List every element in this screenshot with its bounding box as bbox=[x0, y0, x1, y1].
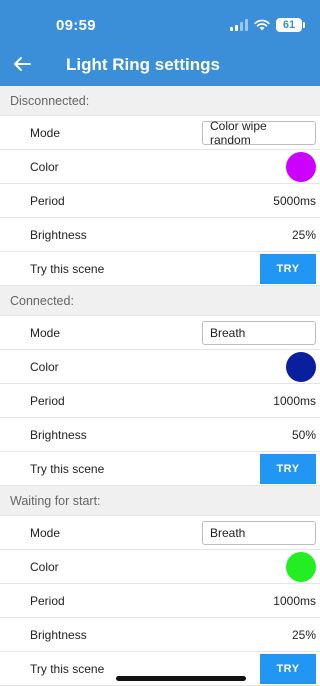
color-label: Color bbox=[30, 159, 59, 174]
section-header-disconnected: Disconnected: bbox=[0, 86, 320, 116]
brightness-value: 25% bbox=[291, 627, 316, 642]
color-row: Color bbox=[0, 150, 320, 184]
home-indicator[interactable] bbox=[116, 676, 246, 681]
period-value: 5000ms bbox=[273, 193, 316, 208]
period-value: 1000ms bbox=[273, 393, 316, 408]
period-label: Period bbox=[30, 393, 65, 408]
color-row: Color bbox=[0, 550, 320, 584]
try-scene-label: Try this scene bbox=[30, 261, 105, 276]
mode-label: Mode bbox=[30, 125, 61, 140]
status-time: 09:59 bbox=[56, 17, 96, 34]
period-label: Period bbox=[30, 593, 65, 608]
brightness-value: 25% bbox=[291, 227, 316, 242]
try-scene-label: Try this scene bbox=[30, 661, 105, 676]
try-button[interactable]: TRY bbox=[260, 453, 316, 484]
color-row: Color bbox=[0, 350, 320, 384]
period-value: 1000ms bbox=[273, 593, 316, 608]
period-label: Period bbox=[30, 193, 65, 208]
mode-select[interactable]: Breath bbox=[202, 520, 316, 545]
mode-select[interactable]: Breath bbox=[202, 320, 316, 345]
mode-row: Mode Color wipe random bbox=[0, 116, 320, 150]
color-label: Color bbox=[30, 559, 59, 574]
brightness-row[interactable]: Brightness 50% bbox=[0, 418, 320, 452]
try-button[interactable]: TRY bbox=[260, 253, 316, 284]
wifi-icon bbox=[254, 19, 270, 31]
brightness-row[interactable]: Brightness 25% bbox=[0, 618, 320, 652]
try-scene-label: Try this scene bbox=[30, 461, 105, 476]
page-title: Light Ring settings bbox=[66, 55, 220, 74]
brightness-label: Brightness bbox=[30, 627, 87, 642]
settings-list: Disconnected: Mode Color wipe random Col… bbox=[0, 86, 320, 686]
color-swatch[interactable] bbox=[286, 551, 316, 582]
period-row[interactable]: Period 5000ms bbox=[0, 184, 320, 218]
app-bar: 09:59 61 Light Ring settings bbox=[0, 0, 320, 86]
try-scene-row: Try this scene TRY bbox=[0, 452, 320, 486]
mode-select[interactable]: Color wipe random bbox=[202, 119, 316, 147]
period-row[interactable]: Period 1000ms bbox=[0, 384, 320, 418]
try-scene-row: Try this scene TRY bbox=[0, 252, 320, 286]
mode-label: Mode bbox=[30, 525, 61, 540]
status-icons: 61 bbox=[230, 16, 305, 34]
period-row[interactable]: Period 1000ms bbox=[0, 584, 320, 618]
color-label: Color bbox=[30, 359, 59, 374]
brightness-label: Brightness bbox=[30, 227, 87, 242]
try-button[interactable]: TRY bbox=[260, 653, 316, 684]
back-arrow-icon[interactable] bbox=[10, 52, 34, 76]
color-swatch[interactable] bbox=[286, 151, 316, 182]
brightness-label: Brightness bbox=[30, 427, 87, 442]
brightness-row[interactable]: Brightness 25% bbox=[0, 218, 320, 252]
color-swatch[interactable] bbox=[286, 351, 316, 382]
battery-icon: 61 bbox=[276, 18, 305, 32]
cellular-signal-icon bbox=[230, 19, 248, 31]
mode-label: Mode bbox=[30, 325, 61, 340]
brightness-value: 50% bbox=[291, 427, 316, 442]
section-header-waiting-for-start: Waiting for start: bbox=[0, 486, 320, 516]
section-header-connected: Connected: bbox=[0, 286, 320, 316]
mode-row: Mode Breath bbox=[0, 516, 320, 550]
mode-row: Mode Breath bbox=[0, 316, 320, 350]
